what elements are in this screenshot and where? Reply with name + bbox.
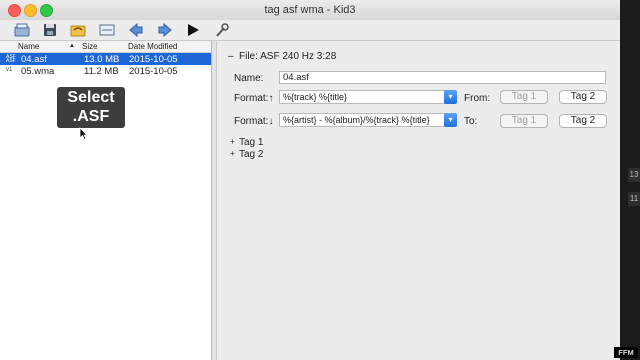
revert-icon[interactable] xyxy=(68,21,88,39)
column-name[interactable]: Name xyxy=(18,42,39,51)
toolbar xyxy=(0,20,620,41)
format-from-filename-combo[interactable]: %{track} %{title} xyxy=(279,90,445,104)
file-section-header: File: ASF 240 Hz 3:28 xyxy=(239,51,337,62)
file-list-header: Name ▲ Size Date Modified xyxy=(0,41,211,53)
title-bar[interactable]: tag asf wma - Kid3 xyxy=(0,0,620,21)
tutorial-caption-line1: Select xyxy=(67,89,115,106)
sort-ascending-icon: ▲ xyxy=(69,43,75,49)
mouse-cursor-icon xyxy=(79,127,88,143)
file-name: 05.wma xyxy=(21,66,55,77)
file-date: 2015-10-05 xyxy=(129,54,178,65)
tag1-section-header[interactable]: Tag 1 xyxy=(239,137,263,148)
next-icon[interactable] xyxy=(155,21,175,39)
to-label: To: xyxy=(464,116,478,127)
background-badge: 13 xyxy=(628,168,640,182)
name-label: Name: xyxy=(234,73,264,84)
chevron-down-icon[interactable]: ▾ xyxy=(444,113,457,127)
file-size: 13.0 MB xyxy=(84,54,120,65)
file-row[interactable]: ASF ASF 04.asf 13.0 MB 2015-10-05 xyxy=(0,53,211,65)
to-tag1-button[interactable]: Tag 1 xyxy=(500,114,548,128)
window-title: tag asf wma - Kid3 xyxy=(264,4,356,16)
from-tag2-button[interactable]: Tag 2 xyxy=(559,90,607,104)
format-up-label: Format:↑ xyxy=(234,93,274,104)
new-icon[interactable] xyxy=(12,21,32,39)
tag1-expand-icon[interactable]: + xyxy=(230,137,235,146)
file-row[interactable]: v1 05.wma 11.2 MB 2015-10-05 xyxy=(0,65,211,77)
watermark-logo: FFM xyxy=(614,347,638,358)
asf-file-icon: ASF ASF xyxy=(6,54,16,64)
tag2-section-header[interactable]: Tag 2 xyxy=(239,149,263,160)
tag-editor-panel: – File: ASF 240 Hz 3:28 Name: 04.asf For… xyxy=(217,41,620,360)
previous-icon[interactable] xyxy=(126,21,146,39)
save-icon[interactable] xyxy=(40,21,60,39)
from-label: From: xyxy=(464,93,491,104)
name-input[interactable]: 04.asf xyxy=(279,71,606,84)
column-size[interactable]: Size xyxy=(82,42,98,51)
file-size: 11.2 MB xyxy=(84,66,119,77)
wma-file-icon: v1 xyxy=(6,67,13,73)
playlist-icon[interactable] xyxy=(97,21,117,39)
background-badge: 11 xyxy=(628,192,640,206)
column-date-modified[interactable]: Date Modified xyxy=(128,42,177,51)
chevron-down-icon[interactable]: ▾ xyxy=(444,90,457,104)
from-tag1-button[interactable]: Tag 1 xyxy=(500,90,548,104)
tutorial-caption: Select .ASF xyxy=(57,87,125,128)
play-icon[interactable] xyxy=(183,21,203,39)
to-tag2-button[interactable]: Tag 2 xyxy=(559,114,607,128)
file-section-collapse-icon[interactable]: – xyxy=(228,51,234,62)
file-name: 04.asf xyxy=(21,54,47,65)
format-to-filename-combo[interactable]: %{artist} - %{album}/%{track} %{title} xyxy=(279,113,445,127)
kid3-window: tag asf wma - Kid3 Name ▲ Size Date Modi… xyxy=(0,0,620,360)
settings-icon[interactable] xyxy=(212,21,232,39)
tag2-expand-icon[interactable]: + xyxy=(230,149,235,158)
tutorial-caption-line2: .ASF xyxy=(72,108,110,125)
format-down-label: Format:↓ xyxy=(234,116,274,127)
file-date: 2015-10-05 xyxy=(129,66,178,77)
background-window-strip: 13 11 xyxy=(620,0,640,360)
